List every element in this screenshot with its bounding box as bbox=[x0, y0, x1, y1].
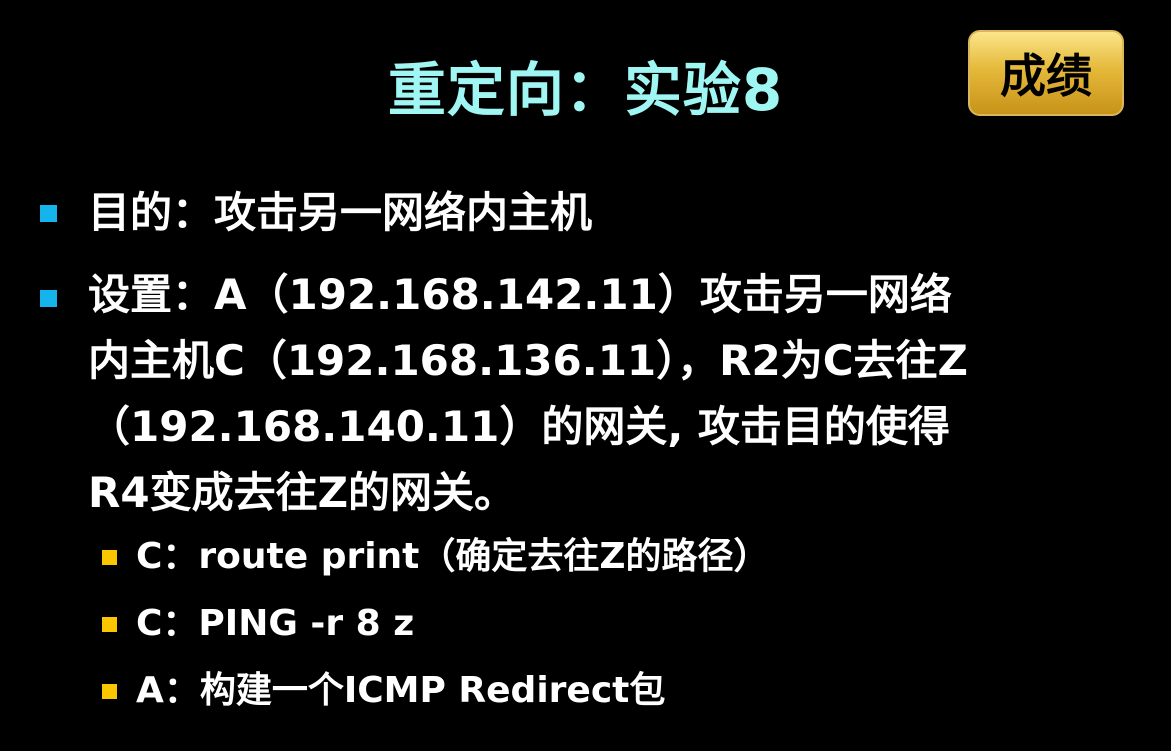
bullet-text-line-1: 设置：A（192.168.142.11）攻击另一网络 bbox=[88, 270, 952, 319]
sub-bullet-ping: C：PING -r 8 z bbox=[136, 599, 1136, 649]
sub-bullet-text: A：构建一个ICMP Redirect包 bbox=[136, 670, 666, 711]
bullet-text: 目的：攻击另一网络内主机 bbox=[88, 188, 593, 237]
bullet-marker bbox=[40, 290, 57, 307]
sub-bullet-marker bbox=[102, 617, 117, 632]
bullet-setup: 设置：A（192.168.142.11）攻击另一网络 内主机C（192.168.… bbox=[88, 262, 1128, 526]
bullet-text-line-2: 内主机C（192.168.136.11），R2为C去往Z bbox=[88, 336, 968, 385]
bullet-text-line-4: R4变成去往Z的网关。 bbox=[88, 468, 517, 517]
bullet-purpose: 目的：攻击另一网络内主机 bbox=[88, 180, 1128, 246]
sub-bullet-route-print: C：route print（确定去往Z的路径） bbox=[136, 532, 1136, 582]
sub-bullet-marker bbox=[102, 550, 117, 565]
score-button[interactable]: 成绩 bbox=[968, 30, 1124, 116]
sub-bullet-marker bbox=[102, 684, 117, 699]
sub-bullet-text: C：PING -r 8 z bbox=[136, 603, 415, 644]
bullet-text-line-3: （192.168.140.11）的网关, 攻击目的使得 bbox=[88, 402, 950, 451]
sub-bullet-icmp-redirect: A：构建一个ICMP Redirect包 bbox=[136, 666, 1136, 716]
sub-bullet-text: C：route print（确定去往Z的路径） bbox=[136, 536, 770, 577]
bullet-marker bbox=[40, 205, 57, 222]
